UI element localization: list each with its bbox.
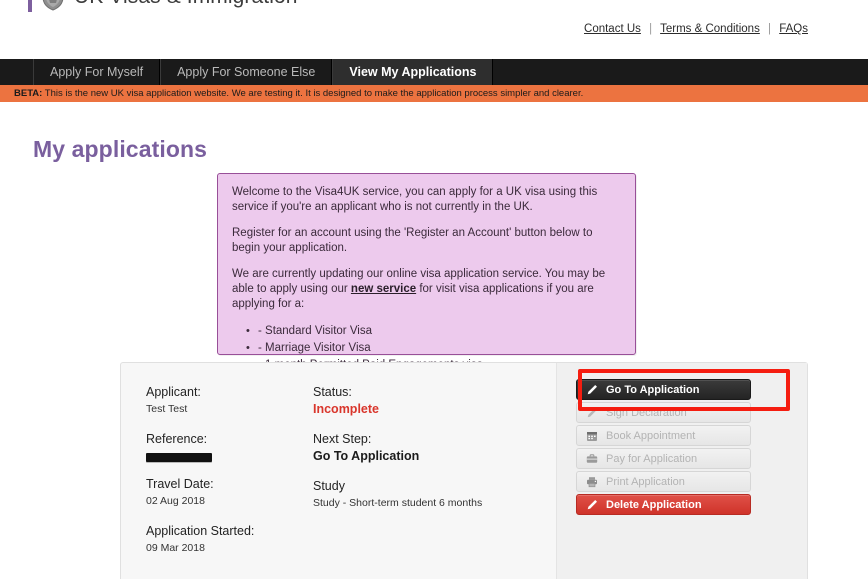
pencil-icon <box>586 499 598 511</box>
details-column-left: Applicant: Test Test Reference: Travel D… <box>146 384 296 556</box>
sign-declaration-button[interactable]: Sign Declaration <box>576 402 751 423</box>
reference-redacted-value <box>146 453 212 462</box>
application-started-label: Application Started: <box>146 524 255 538</box>
print-application-button[interactable]: Print Application <box>576 471 751 492</box>
reference-label: Reference: <box>146 432 208 446</box>
nav-tab-apply-for-myself[interactable]: Apply For Myself <box>33 59 161 85</box>
print-application-label: Print Application <box>606 475 685 488</box>
primary-navigation: Apply For Myself Apply For Someone Else … <box>0 59 868 85</box>
brand-logo[interactable]: UK Visas & Immigration <box>28 0 298 12</box>
status-label: Status: <box>313 385 352 399</box>
info-paragraph-1: Welcome to the Visa4UK service, you can … <box>232 186 598 213</box>
next-step-label: Next Step: <box>313 432 372 446</box>
welcome-info-box: Welcome to the Visa4UK service, you can … <box>217 173 636 374</box>
main-content: My applications Welcome to the Visa4UK s… <box>0 102 868 579</box>
book-appointment-label: Book Appointment <box>606 429 696 442</box>
application-actions-panel: Go To Application Sign Declaration Book … <box>556 363 807 579</box>
beta-label: BETA: <box>14 88 43 99</box>
pencil-icon <box>586 407 598 419</box>
page-title: My applications <box>33 136 208 162</box>
delete-application-label: Delete Application <box>606 498 702 511</box>
next-step-value: Go To Application <box>313 449 420 463</box>
info-paragraph-3: We are currently updating our online vis… <box>232 267 621 312</box>
brand-title: UK Visas & Immigration <box>74 0 298 11</box>
application-started-value: 09 Mar 2018 <box>146 542 205 554</box>
list-item: - Standard Visitor Visa <box>246 323 621 340</box>
masthead: UK Visas & Immigration Contact Us | Term… <box>0 0 868 54</box>
page-root: UK Visas & Immigration Contact Us | Term… <box>0 0 868 579</box>
printer-icon <box>586 476 598 488</box>
beta-banner: BETA: This is the new UK visa applicatio… <box>0 85 868 102</box>
link-separator-1: | <box>649 23 653 35</box>
go-to-application-label: Go To Application <box>606 383 700 396</box>
beta-message: This is the new UK visa application webs… <box>42 88 584 99</box>
applicant-value: Test Test <box>146 403 188 415</box>
action-button-stack: Go To Application Sign Declaration Book … <box>576 379 751 517</box>
contact-us-link[interactable]: Contact Us <box>584 23 641 35</box>
new-service-link[interactable]: new service <box>351 283 416 295</box>
nav-leading-spacer <box>0 59 33 85</box>
sign-declaration-label: Sign Declaration <box>606 406 687 419</box>
list-item: - Marriage Visitor Visa <box>246 340 621 357</box>
calendar-icon <box>586 430 598 442</box>
pencil-icon <box>586 384 598 396</box>
utility-links: Contact Us | Terms & Conditions | FAQs <box>584 23 808 35</box>
travel-date-label: Travel Date: <box>146 477 214 491</box>
applicant-label: Applicant: <box>146 385 201 399</box>
go-to-application-button[interactable]: Go To Application <box>576 379 751 400</box>
travel-date-value: 02 Aug 2018 <box>146 495 205 507</box>
application-card: Applicant: Test Test Reference: Travel D… <box>120 362 808 579</box>
terms-conditions-link[interactable]: Terms & Conditions <box>660 23 760 35</box>
category-value: Study - Short-term student 6 months <box>313 497 483 509</box>
pay-for-application-button[interactable]: Pay for Application <box>576 448 751 469</box>
details-column-middle: Status: Incomplete Next Step: Go To Appl… <box>313 384 543 511</box>
faqs-link[interactable]: FAQs <box>779 23 808 35</box>
wallet-icon <box>586 453 598 465</box>
category-label: Study <box>313 479 345 493</box>
brand-accent-bar <box>28 0 32 12</box>
delete-application-button[interactable]: Delete Application <box>576 494 751 515</box>
application-details: Applicant: Test Test Reference: Travel D… <box>121 363 558 579</box>
info-paragraph-2: Register for an account using the 'Regis… <box>232 227 593 254</box>
nav-tab-apply-for-someone-else[interactable]: Apply For Someone Else <box>160 59 333 85</box>
nav-tab-view-my-applications[interactable]: View My Applications <box>332 59 494 85</box>
royal-crest-icon <box>41 0 65 11</box>
pay-for-application-label: Pay for Application <box>606 452 698 465</box>
book-appointment-button[interactable]: Book Appointment <box>576 425 751 446</box>
link-separator-2: | <box>768 23 772 35</box>
beta-banner-text: BETA: This is the new UK visa applicatio… <box>0 88 583 99</box>
status-badge: Incomplete <box>313 402 379 416</box>
